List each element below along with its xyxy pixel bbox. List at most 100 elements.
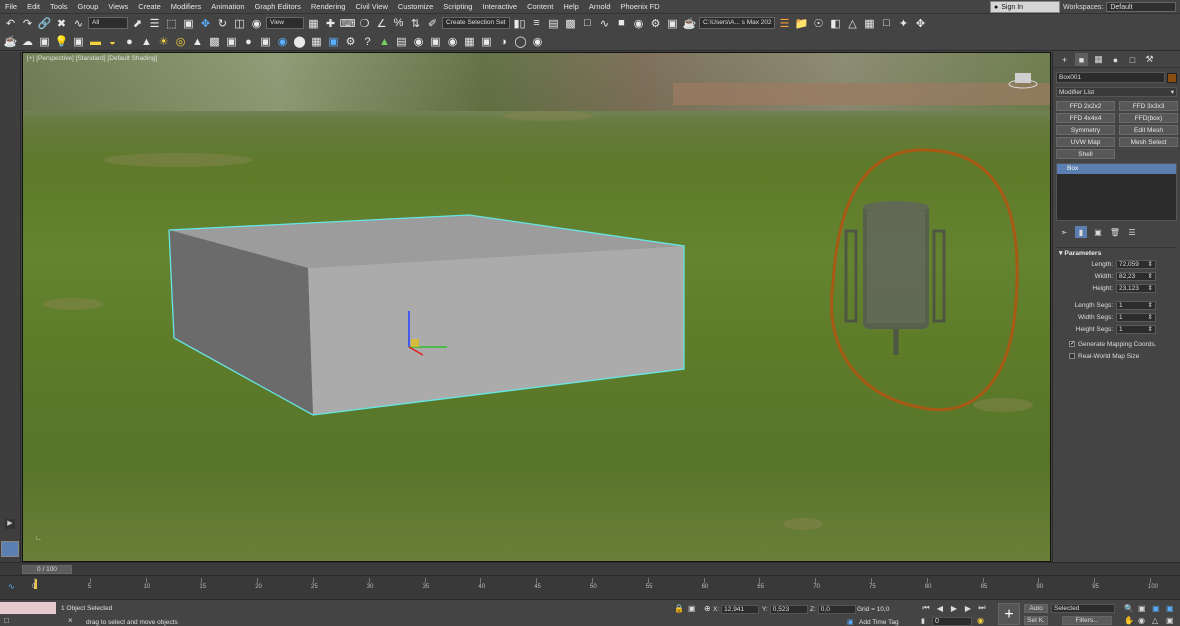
ocean-icon[interactable]: ◑ [496, 34, 511, 49]
align-icon[interactable]: ≡ [529, 16, 544, 31]
sphere-light-icon[interactable]: ● [122, 34, 137, 49]
select-and-scale-icon[interactable]: ◫ [232, 16, 247, 31]
material-editor-icon[interactable]: ◉ [631, 16, 646, 31]
modify-tab-icon[interactable]: ■ [1075, 53, 1088, 66]
bind-space-warp-icon[interactable]: ∿ [71, 16, 86, 31]
modifier-button[interactable]: Edit Mesh [1119, 125, 1178, 135]
simulator-icon[interactable]: ▣ [428, 34, 443, 49]
spinner-snap-icon[interactable]: ⇅ [408, 16, 423, 31]
unlink-icon[interactable]: ✖ [54, 16, 69, 31]
maxscript-listener[interactable] [0, 602, 56, 614]
wireframe-icon[interactable]: ▦ [309, 34, 324, 49]
length-spinner[interactable]: 72,059 ⇕ [1116, 259, 1156, 269]
modifier-button[interactable]: Shell [1056, 149, 1115, 159]
named-selection-set-dropdown[interactable]: Create Selection Set [442, 17, 510, 29]
menu-item-help[interactable]: Help [558, 0, 583, 14]
rendered-frame-window-icon[interactable]: ▣ [665, 16, 680, 31]
project-icon[interactable]: ☰ [777, 16, 792, 31]
y-field[interactable]: 0,523 [769, 605, 808, 614]
time-slider[interactable]: 0 / 100 [0, 562, 1180, 575]
mesh-edit-icon[interactable]: □ [879, 16, 894, 31]
script-icon[interactable]: □ [4, 616, 9, 625]
open-folder-icon[interactable]: 📁 [794, 16, 809, 31]
modifier-button[interactable]: FFD 3x3x3 [1119, 101, 1178, 111]
display-tab-icon[interactable]: □ [1126, 53, 1139, 66]
real-world-checkbox[interactable] [1069, 353, 1075, 359]
menu-item-edit[interactable]: Edit [22, 0, 45, 14]
teapot-icon[interactable]: ☕ [3, 34, 18, 49]
render-region-icon[interactable]: ▣ [224, 34, 239, 49]
menu-item-content[interactable]: Content [522, 0, 558, 14]
menu-item-phoenix-fd[interactable]: Phoenix FD [616, 0, 665, 14]
menu-item-animation[interactable]: Animation [206, 0, 249, 14]
menu-item-tools[interactable]: Tools [45, 0, 73, 14]
area-light-icon[interactable]: ▬ [88, 34, 103, 49]
utilities-tab-icon[interactable]: ⚒ [1143, 53, 1156, 66]
image-icon[interactable]: ▣ [37, 34, 52, 49]
toggle-scene-explorer-icon[interactable]: ▤ [546, 16, 561, 31]
width-spinner[interactable]: 82,23 ⇕ [1116, 271, 1156, 281]
render-production-icon[interactable]: ☕ [682, 16, 697, 31]
snap-tool-icon[interactable]: ✦ [896, 16, 911, 31]
angle-snap-icon[interactable]: ∠ [374, 16, 389, 31]
close-icon[interactable]: × [68, 616, 73, 625]
menu-item-views[interactable]: Views [103, 0, 133, 14]
object-name-field[interactable]: Box001 [1056, 72, 1166, 83]
modifier-button[interactable]: FFD 4x4x4 [1056, 113, 1115, 123]
snaps-toggle-icon[interactable]: ❍ [357, 16, 372, 31]
spot-light-icon[interactable]: ▲ [139, 34, 154, 49]
foam-icon[interactable]: ◯ [513, 34, 528, 49]
set-key-big-icon[interactable]: + [998, 603, 1020, 625]
help-icon[interactable]: ? [360, 34, 375, 49]
field-of-view-icon[interactable]: △ [1152, 616, 1158, 625]
make-unique-icon[interactable]: ▣ [1092, 226, 1104, 238]
fire-smoke-icon[interactable]: ▤ [394, 34, 409, 49]
select-manipulate-icon[interactable]: ✚ [323, 16, 338, 31]
z-field[interactable]: 0,0 [817, 605, 856, 614]
generate-mapping-row[interactable]: ✓ Generate Mapping Coords. [1053, 338, 1180, 350]
ies-light-icon[interactable]: ◎ [173, 34, 188, 49]
orbit-icon[interactable]: ◉ [1138, 616, 1145, 625]
sky-icon[interactable]: ● [241, 34, 256, 49]
configure-modifier-sets-icon[interactable]: ☰ [1126, 226, 1138, 238]
zoom-extents-all-icon[interactable]: ▣ [1166, 604, 1174, 613]
color-picker-icon[interactable]: ⬤ [292, 34, 307, 49]
keyboard-shortcut-toggle-icon[interactable]: ⌨ [340, 16, 356, 31]
isolate-selection-icon[interactable]: ▣ [688, 604, 696, 613]
select-and-rotate-icon[interactable]: ↻ [215, 16, 230, 31]
rectangular-selection-icon[interactable]: ⬚ [164, 16, 179, 31]
modifier-button[interactable]: FFD(box) [1119, 113, 1178, 123]
toggle-ribbon-icon[interactable]: □ [580, 16, 595, 31]
viewport-layout-tab[interactable] [1, 541, 19, 557]
expand-arrow-icon[interactable]: ▶ [5, 519, 15, 529]
lock-selection-icon[interactable]: 🔒 [674, 604, 684, 613]
menu-item-file[interactable]: File [0, 0, 22, 14]
fields-icon[interactable]: ▣ [479, 34, 494, 49]
selection-filter-dropdown[interactable]: All [88, 17, 128, 29]
show-end-result-icon[interactable]: ▮ [1075, 226, 1087, 238]
pin-stack-icon[interactable]: ➣ [1058, 226, 1070, 238]
project-folder-dropdown[interactable]: C:\Users\A... s Max 202 [699, 17, 775, 29]
scene-converter-icon[interactable]: ◉ [275, 34, 290, 49]
zoom-extents-icon[interactable]: ▣ [1152, 604, 1160, 613]
fluid-source-icon[interactable]: ▲ [377, 34, 392, 49]
set-key-button[interactable]: Set K. [1024, 616, 1048, 625]
mirror-icon[interactable]: ▮▯ [512, 16, 527, 31]
link-icon[interactable]: 🔗 [37, 16, 52, 31]
fur-icon[interactable]: ▲ [190, 34, 205, 49]
menu-item-modifiers[interactable]: Modifiers [166, 0, 206, 14]
window-crossing-icon[interactable]: ▣ [181, 16, 196, 31]
settings-icon[interactable]: ⚙ [343, 34, 358, 49]
menu-item-scripting[interactable]: Scripting [438, 0, 477, 14]
object-color-swatch[interactable] [1167, 72, 1177, 83]
dome-light-icon[interactable]: ◒ [105, 34, 120, 49]
undo-icon[interactable]: ↶ [3, 16, 18, 31]
curve-editor-mini-icon[interactable]: ∿ [8, 582, 15, 591]
render-icon[interactable]: ☉ [811, 16, 826, 31]
schematic-view-icon[interactable]: ■ [614, 16, 629, 31]
key-filters-button[interactable]: Filters... [1062, 616, 1112, 625]
modifier-button[interactable]: UVW Map [1056, 137, 1115, 147]
menu-item-customize[interactable]: Customize [393, 0, 438, 14]
cloud-icon[interactable]: ☁ [20, 34, 35, 49]
modifier-button[interactable]: Symmetry [1056, 125, 1115, 135]
